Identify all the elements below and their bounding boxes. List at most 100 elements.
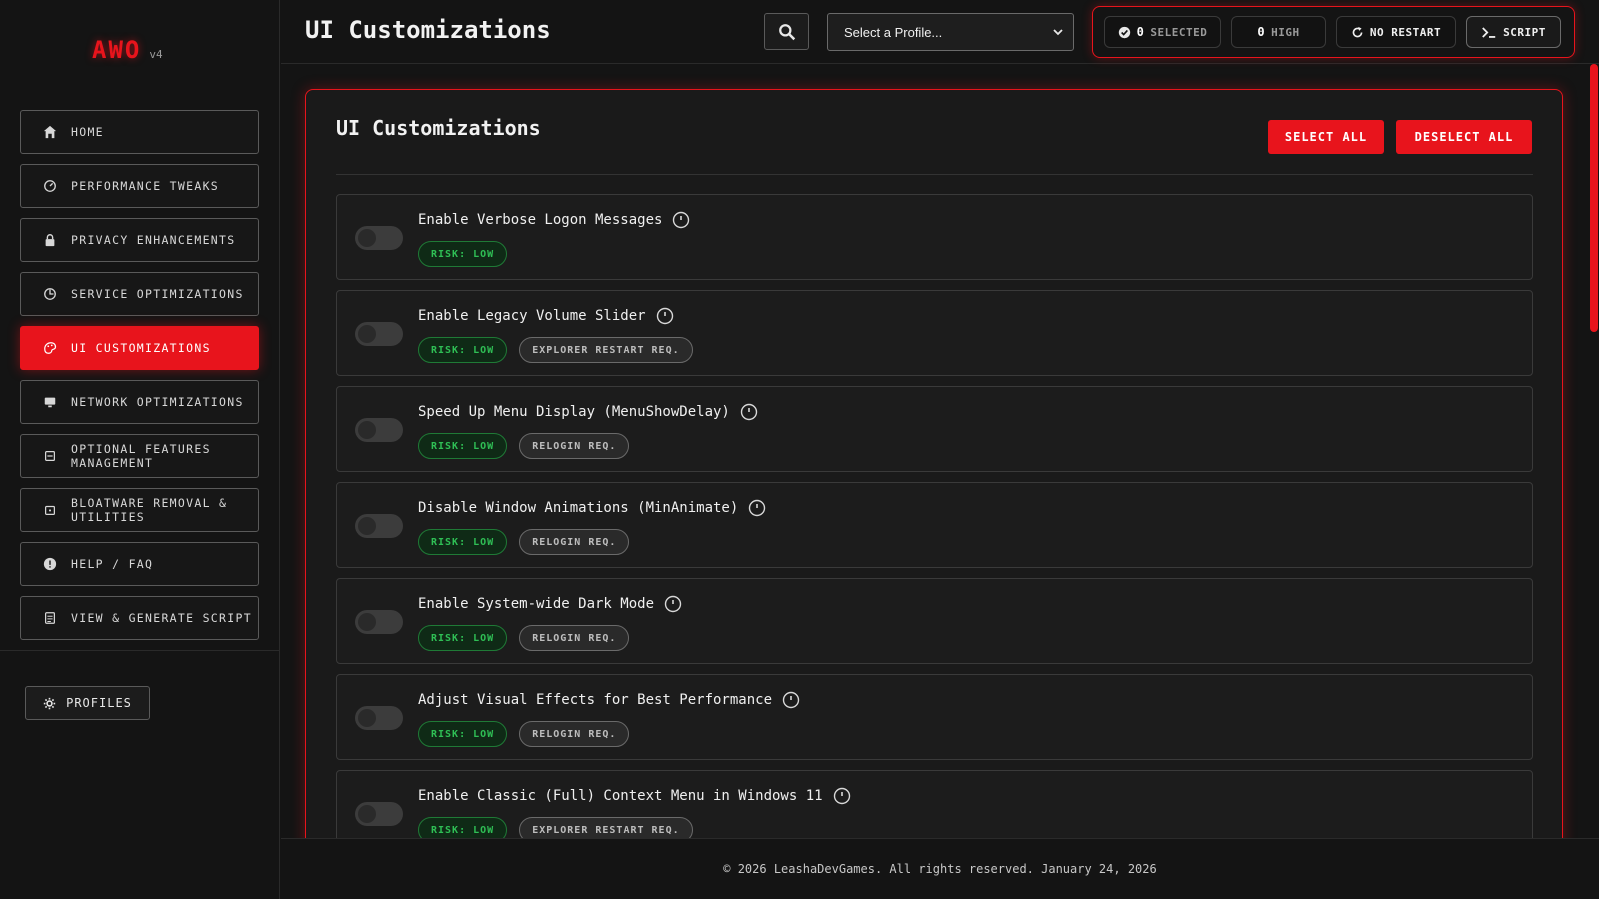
sidebar-item-label: PERFORMANCE TWEAKS <box>71 179 220 193</box>
selected-label: SELECTED <box>1150 25 1208 39</box>
info-icon[interactable] <box>664 595 682 613</box>
search-icon <box>778 23 796 41</box>
check-circle-icon <box>1118 26 1131 39</box>
gauge-icon <box>41 177 59 195</box>
scrollbar-thumb[interactable] <box>1590 64 1598 332</box>
sidebar-item-label: PRIVACY ENHANCEMENTS <box>71 233 236 247</box>
tweak-card: Enable Legacy Volume Slider RISK: LOW EX… <box>336 290 1533 376</box>
script-file-icon <box>41 609 59 627</box>
lock-icon <box>41 231 59 249</box>
info-icon[interactable] <box>782 691 800 709</box>
terminal-icon <box>1481 26 1497 39</box>
requirement-badge: EXPLORER RESTART REQ. <box>519 817 693 838</box>
sidebar-divider <box>0 650 280 651</box>
home-icon <box>41 123 59 141</box>
restart-label: NO RESTART <box>1369 25 1442 39</box>
selected-count-pill: 0 SELECTED <box>1104 16 1221 48</box>
risk-badge: RISK: LOW <box>418 529 508 555</box>
sidebar-item-label: HELP / FAQ <box>71 557 154 571</box>
tweak-title: Enable System-wide Dark Mode <box>418 596 655 612</box>
panel-divider <box>336 174 1533 175</box>
info-icon[interactable] <box>748 499 766 517</box>
sidebar: AWO v4 HOME PERFORMANCE TWEAKS PRIVACY E… <box>0 0 280 899</box>
tweak-toggle[interactable] <box>355 418 403 442</box>
tweak-card: Disable Window Animations (MinAnimate) R… <box>336 482 1533 568</box>
page-title: UI Customizations <box>305 16 551 44</box>
tweak-toggle[interactable] <box>355 322 403 346</box>
search-button[interactable] <box>764 13 809 50</box>
copyright-text: © 2026 LeashaDevGames. All rights reserv… <box>723 862 1157 876</box>
sidebar-item-optional-features[interactable]: OPTIONAL FEATURES MANAGEMENT <box>20 434 259 478</box>
risk-badge: RISK: LOW <box>418 433 508 459</box>
info-icon[interactable] <box>740 403 758 421</box>
app-window: AWO v4 HOME PERFORMANCE TWEAKS PRIVACY E… <box>0 0 1599 899</box>
risk-badge: RISK: LOW <box>418 817 508 838</box>
info-icon[interactable] <box>656 307 674 325</box>
tweak-card: Adjust Visual Effects for Best Performan… <box>336 674 1533 760</box>
tweak-toggle[interactable] <box>355 706 403 730</box>
tweak-toggle[interactable] <box>355 802 403 826</box>
network-icon <box>41 393 59 411</box>
sidebar-item-bloatware-removal[interactable]: BLOATWARE REMOVAL & UTILITIES <box>20 488 259 532</box>
refresh-icon <box>1351 26 1364 39</box>
sidebar-item-network-optimizations[interactable]: NETWORK OPTIMIZATIONS <box>20 380 259 424</box>
logo-text: AWO <box>92 36 142 64</box>
services-icon <box>41 285 59 303</box>
requirement-badge: EXPLORER RESTART REQ. <box>519 337 693 363</box>
tweak-toggle[interactable] <box>355 226 403 250</box>
profiles-label: PROFILES <box>66 696 132 710</box>
panel-title: UI Customizations <box>336 116 541 140</box>
sidebar-item-help-faq[interactable]: HELP / FAQ <box>20 542 259 586</box>
tweak-card: Speed Up Menu Display (MenuShowDelay) RI… <box>336 386 1533 472</box>
sidebar-item-label: BLOATWARE REMOVAL & UTILITIES <box>71 496 228 524</box>
restart-status-pill: NO RESTART <box>1336 16 1456 48</box>
tweak-toggle[interactable] <box>355 514 403 538</box>
sidebar-item-privacy-enhancements[interactable]: PRIVACY ENHANCEMENTS <box>20 218 259 262</box>
info-icon[interactable] <box>833 787 851 805</box>
high-label: HIGH <box>1271 25 1300 39</box>
help-icon <box>41 555 59 573</box>
tweak-title: Enable Verbose Logon Messages <box>418 212 663 228</box>
chevron-down-icon <box>1053 27 1063 37</box>
tweak-card: Enable System-wide Dark Mode RISK: LOW R… <box>336 578 1533 664</box>
tweak-title: Enable Legacy Volume Slider <box>418 308 646 324</box>
select-all-button[interactable]: SELECT ALL <box>1268 120 1384 154</box>
sidebar-item-label: OPTIONAL FEATURES MANAGEMENT <box>71 442 211 470</box>
sidebar-item-home[interactable]: HOME <box>20 110 259 154</box>
tweak-title: Enable Classic (Full) Context Menu in Wi… <box>418 788 823 804</box>
sidebar-item-service-optimizations[interactable]: SERVICE OPTIMIZATIONS <box>20 272 259 316</box>
info-icon[interactable] <box>672 211 690 229</box>
palette-icon <box>41 339 59 357</box>
sidebar-item-label: NETWORK OPTIMIZATIONS <box>71 395 244 409</box>
profiles-button[interactable]: PROFILES <box>25 686 150 720</box>
profile-select[interactable]: Select a Profile... <box>827 13 1074 51</box>
main-content: UI Customizations SELECT ALL DESELECT AL… <box>281 64 1599 838</box>
deselect-all-button[interactable]: DESELECT ALL <box>1396 120 1532 154</box>
sidebar-item-ui-customizations[interactable]: UI CUSTOMIZATIONS <box>20 326 259 370</box>
script-label: SCRIPT <box>1503 25 1546 39</box>
selected-count: 0 <box>1136 25 1145 39</box>
sidebar-item-performance-tweaks[interactable]: PERFORMANCE TWEAKS <box>20 164 259 208</box>
top-header: UI Customizations Select a Profile... 0 … <box>281 0 1599 64</box>
trash-icon <box>41 501 59 519</box>
tweak-card: Enable Classic (Full) Context Menu in Wi… <box>336 770 1533 838</box>
tweaks-panel: UI Customizations SELECT ALL DESELECT AL… <box>305 89 1563 838</box>
high-count-pill: 0 HIGH <box>1231 16 1326 48</box>
requirement-badge: RELOGIN REQ. <box>519 529 630 555</box>
risk-badge: RISK: LOW <box>418 337 508 363</box>
profile-select-value: Select a Profile... <box>844 24 943 40</box>
stats-bar: 0 SELECTED 0 HIGH NO RESTART SCRIPT <box>1092 6 1575 58</box>
sidebar-item-label: SERVICE OPTIMIZATIONS <box>71 287 244 301</box>
requirement-badge: RELOGIN REQ. <box>519 433 630 459</box>
script-button[interactable]: SCRIPT <box>1466 16 1561 48</box>
risk-badge: RISK: LOW <box>418 721 508 747</box>
tweak-title: Adjust Visual Effects for Best Performan… <box>418 692 773 708</box>
risk-badge: RISK: LOW <box>418 241 508 267</box>
high-count: 0 <box>1257 25 1266 39</box>
tweak-toggle[interactable] <box>355 610 403 634</box>
sidebar-item-view-generate-script[interactable]: VIEW & GENERATE SCRIPT <box>20 596 259 640</box>
app-logo: AWO v4 <box>92 36 163 64</box>
sidebar-nav: HOME PERFORMANCE TWEAKS PRIVACY ENHANCEM… <box>20 110 259 650</box>
version-label: v4 <box>149 48 163 61</box>
main-scrollbar[interactable] <box>1589 64 1599 838</box>
